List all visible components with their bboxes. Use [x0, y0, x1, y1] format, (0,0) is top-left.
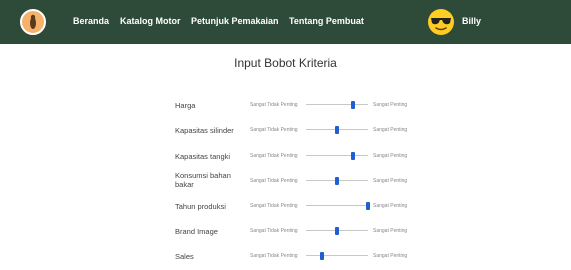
weight-slider[interactable]: [306, 252, 368, 260]
weight-slider[interactable]: [306, 152, 368, 160]
nav-item-beranda[interactable]: Beranda: [73, 16, 109, 26]
weight-slider[interactable]: [306, 177, 368, 185]
slider-thumb[interactable]: [335, 227, 339, 235]
slider-track: [306, 104, 368, 105]
slider-thumb[interactable]: [335, 126, 339, 134]
weight-slider[interactable]: [306, 101, 368, 109]
nav-item-tentang-pembuat[interactable]: Tentang Pembuat: [289, 16, 364, 26]
criterion-label: Konsumsi bahan bakar: [175, 171, 231, 189]
sunglasses-emoji-icon[interactable]: [427, 8, 455, 36]
slider-track: [306, 255, 368, 256]
criterion-label: Kapasitas silinder: [175, 126, 234, 135]
criterion-row-brand-image: Brand Image Sangat Tidak Penting Sangat …: [0, 225, 571, 245]
weight-slider[interactable]: [306, 227, 368, 235]
scale-right-label: Sangat Penting: [373, 228, 408, 234]
criterion-label: Tahun produksi: [175, 202, 226, 211]
criterion-label: Sales: [175, 252, 194, 261]
criterion-label: Harga: [175, 101, 196, 110]
scale-left-label: Sangat Tidak Penting: [250, 228, 298, 234]
criterion-row-sales: Sales Sangat Tidak Penting Sangat Pentin…: [0, 250, 571, 270]
slider-track: [306, 205, 368, 206]
criterion-row-kapasitas-tangki: Kapasitas tangki Sangat Tidak Penting Sa…: [0, 150, 571, 170]
scale-right-label: Sangat Penting: [373, 203, 408, 209]
scale-left-label: Sangat Tidak Penting: [250, 153, 298, 159]
nav-item-petunjuk-pemakaian[interactable]: Petunjuk Pemakaian: [191, 16, 279, 26]
user-name[interactable]: Billy: [462, 16, 481, 26]
criterion-row-kapasitas-silinder: Kapasitas silinder Sangat Tidak Penting …: [0, 124, 571, 144]
motorbike-logo-icon[interactable]: [20, 9, 46, 35]
criterion-label: Brand Image: [175, 227, 218, 236]
scale-left-label: Sangat Tidak Penting: [250, 253, 298, 259]
weight-slider[interactable]: [306, 202, 370, 210]
nav-item-katalog-motor[interactable]: Katalog Motor: [120, 16, 181, 26]
scale-right-label: Sangat Penting: [373, 253, 408, 259]
scale-right-label: Sangat Penting: [373, 178, 408, 184]
scale-left-label: Sangat Tidak Penting: [250, 127, 298, 133]
slider-thumb[interactable]: [350, 101, 355, 109]
criterion-label: Kapasitas tangki: [175, 152, 231, 161]
slider-thumb[interactable]: [366, 202, 370, 210]
slider-thumb[interactable]: [335, 177, 339, 185]
page-title: Input Bobot Kriteria: [234, 56, 337, 70]
slider-thumb[interactable]: [319, 252, 324, 260]
weight-slider[interactable]: [306, 126, 368, 134]
navbar: Beranda Katalog Motor Petunjuk Pemakaian…: [0, 0, 571, 44]
scale-right-label: Sangat Penting: [373, 127, 408, 133]
criterion-row-harga: Harga Sangat Tidak Penting Sangat Pentin…: [0, 99, 571, 119]
scale-right-label: Sangat Penting: [373, 153, 408, 159]
scale-left-label: Sangat Tidak Penting: [250, 203, 298, 209]
criterion-row-konsumsi-bahan-bakar: Konsumsi bahan bakar Sangat Tidak Pentin…: [0, 171, 571, 191]
scale-left-label: Sangat Tidak Penting: [250, 102, 298, 108]
slider-track: [306, 155, 368, 156]
criterion-row-tahun-produksi: Tahun produksi Sangat Tidak Penting Sang…: [0, 200, 571, 220]
slider-thumb[interactable]: [350, 152, 355, 160]
scale-left-label: Sangat Tidak Penting: [250, 178, 298, 184]
scale-right-label: Sangat Penting: [373, 102, 408, 108]
